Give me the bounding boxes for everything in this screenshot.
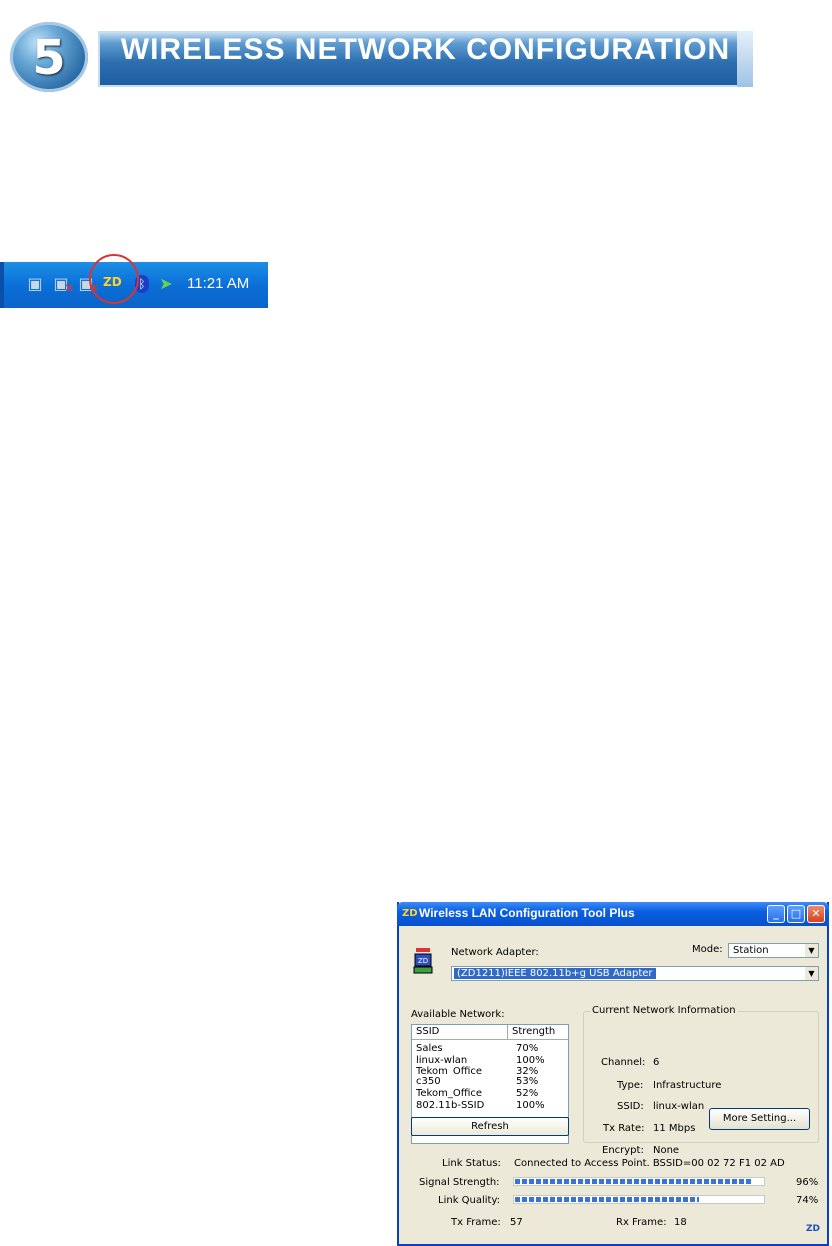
list-header: SSID Strength	[412, 1025, 568, 1040]
network-row[interactable]: Tekom_Office 52%	[416, 1088, 566, 1100]
network-strength: 100%	[516, 1100, 545, 1111]
zd-app-icon: ZD	[402, 908, 418, 919]
minimize-button[interactable]: _	[767, 905, 785, 923]
channel-label: Channel:	[601, 1057, 646, 1068]
window-title: Wireless LAN Configuration Tool Plus	[419, 906, 635, 920]
step-number-badge: 5	[10, 22, 88, 92]
safely-remove-hardware-icon[interactable]: ➤	[157, 275, 175, 293]
signal-strength-value: 96%	[796, 1177, 819, 1188]
network-row[interactable]: Tekom_Office 32%	[416, 1066, 566, 1075]
tx-frame-label: Tx Frame:	[451, 1217, 501, 1228]
available-network-label: Available Network:	[411, 1009, 505, 1020]
network-ssid: Sales	[416, 1043, 443, 1054]
zd-logo-icon: ZD	[806, 1224, 820, 1234]
svg-text:ZD: ZD	[418, 957, 428, 965]
link-quality-bar	[513, 1195, 765, 1204]
network-ssid: 802.11b-SSID	[416, 1100, 485, 1111]
more-setting-button[interactable]: More Setting...	[709, 1108, 810, 1130]
network-strength: 70%	[516, 1043, 539, 1054]
step-header: 5 WIRELESS NETWORK CONFIGURATION	[10, 16, 755, 92]
signal-strength-bar	[513, 1177, 765, 1186]
network-row[interactable]: c350 53%	[416, 1076, 566, 1088]
channel-value: 6	[653, 1057, 660, 1068]
title-bar[interactable]: ZD Wireless LAN Configuration Tool Plus …	[397, 902, 829, 926]
link-status-label: Link Status:	[442, 1158, 501, 1169]
encrypt-label: Encrypt:	[602, 1145, 644, 1156]
network-strength: 32%	[516, 1066, 539, 1075]
mode-value: Station	[733, 945, 769, 956]
signal-strength-fill	[515, 1179, 753, 1184]
mode-label: Mode:	[692, 944, 723, 955]
network-adapter-icon: ZD	[413, 948, 433, 974]
network-row[interactable]: 802.11b-SSID 100%	[416, 1100, 566, 1112]
network-disconnected-icon[interactable]: ▣ ✕	[52, 275, 74, 296]
network-adapter-select[interactable]: (ZD1211)IEEE 802.11b+g USB Adapter ▼	[451, 966, 819, 981]
network-ssid: linux-wlan	[416, 1055, 468, 1066]
txrate-value: 11 Mbps	[653, 1123, 696, 1134]
network-ssid: c350	[416, 1076, 441, 1087]
current-network-info-title: Current Network Information	[590, 1005, 738, 1016]
link-status-value: Connected to Access Point. BSSID=00 02 7…	[514, 1158, 785, 1169]
signal-strength-label: Signal Strength:	[419, 1177, 500, 1188]
step-number: 5	[32, 30, 66, 86]
mode-select[interactable]: Station ▼	[728, 943, 819, 958]
link-quality-fill	[515, 1197, 699, 1202]
network-icon[interactable]: ▣	[26, 275, 44, 293]
rx-frame-label: Rx Frame:	[616, 1217, 667, 1228]
ssid-value: linux-wlan	[653, 1101, 705, 1112]
encrypt-value: None	[653, 1145, 680, 1156]
rx-frame-value: 18	[674, 1217, 687, 1228]
chevron-down-icon[interactable]: ▼	[805, 967, 818, 980]
section-title: WIRELESS NETWORK CONFIGURATION	[120, 33, 731, 66]
highlight-circle	[89, 254, 139, 304]
chevron-down-icon[interactable]: ▼	[805, 944, 818, 957]
txrate-label: Tx Rate:	[603, 1123, 645, 1134]
link-quality-label: Link Quality:	[438, 1195, 501, 1206]
network-strength: 53%	[516, 1076, 539, 1087]
maximize-button[interactable]: □	[787, 905, 805, 923]
tx-frame-value: 57	[510, 1217, 523, 1228]
wlan-config-window: ZD Wireless LAN Configuration Tool Plus …	[397, 902, 829, 1246]
type-value: Infrastructure	[653, 1080, 722, 1091]
ssid-label: SSID:	[617, 1101, 644, 1112]
column-header-ssid[interactable]: SSID	[412, 1025, 508, 1039]
network-adapter-value: (ZD1211)IEEE 802.11b+g USB Adapter	[454, 968, 656, 979]
close-button[interactable]: ✕	[807, 905, 825, 923]
network-row[interactable]: Sales 70%	[416, 1043, 566, 1055]
network-adapter-label: Network Adapter:	[451, 947, 539, 958]
network-ssid: Tekom_Office	[416, 1088, 483, 1099]
tray-clock[interactable]: 11:21 AM	[187, 275, 249, 292]
refresh-button[interactable]: Refresh	[411, 1117, 569, 1136]
section-banner: WIRELESS NETWORK CONFIGURATION	[98, 31, 753, 87]
network-ssid: Tekom_Office	[416, 1066, 483, 1075]
link-quality-value: 74%	[796, 1195, 819, 1206]
network-strength: 52%	[516, 1088, 539, 1099]
type-label: Type:	[617, 1080, 644, 1091]
column-header-strength[interactable]: Strength	[512, 1025, 555, 1039]
